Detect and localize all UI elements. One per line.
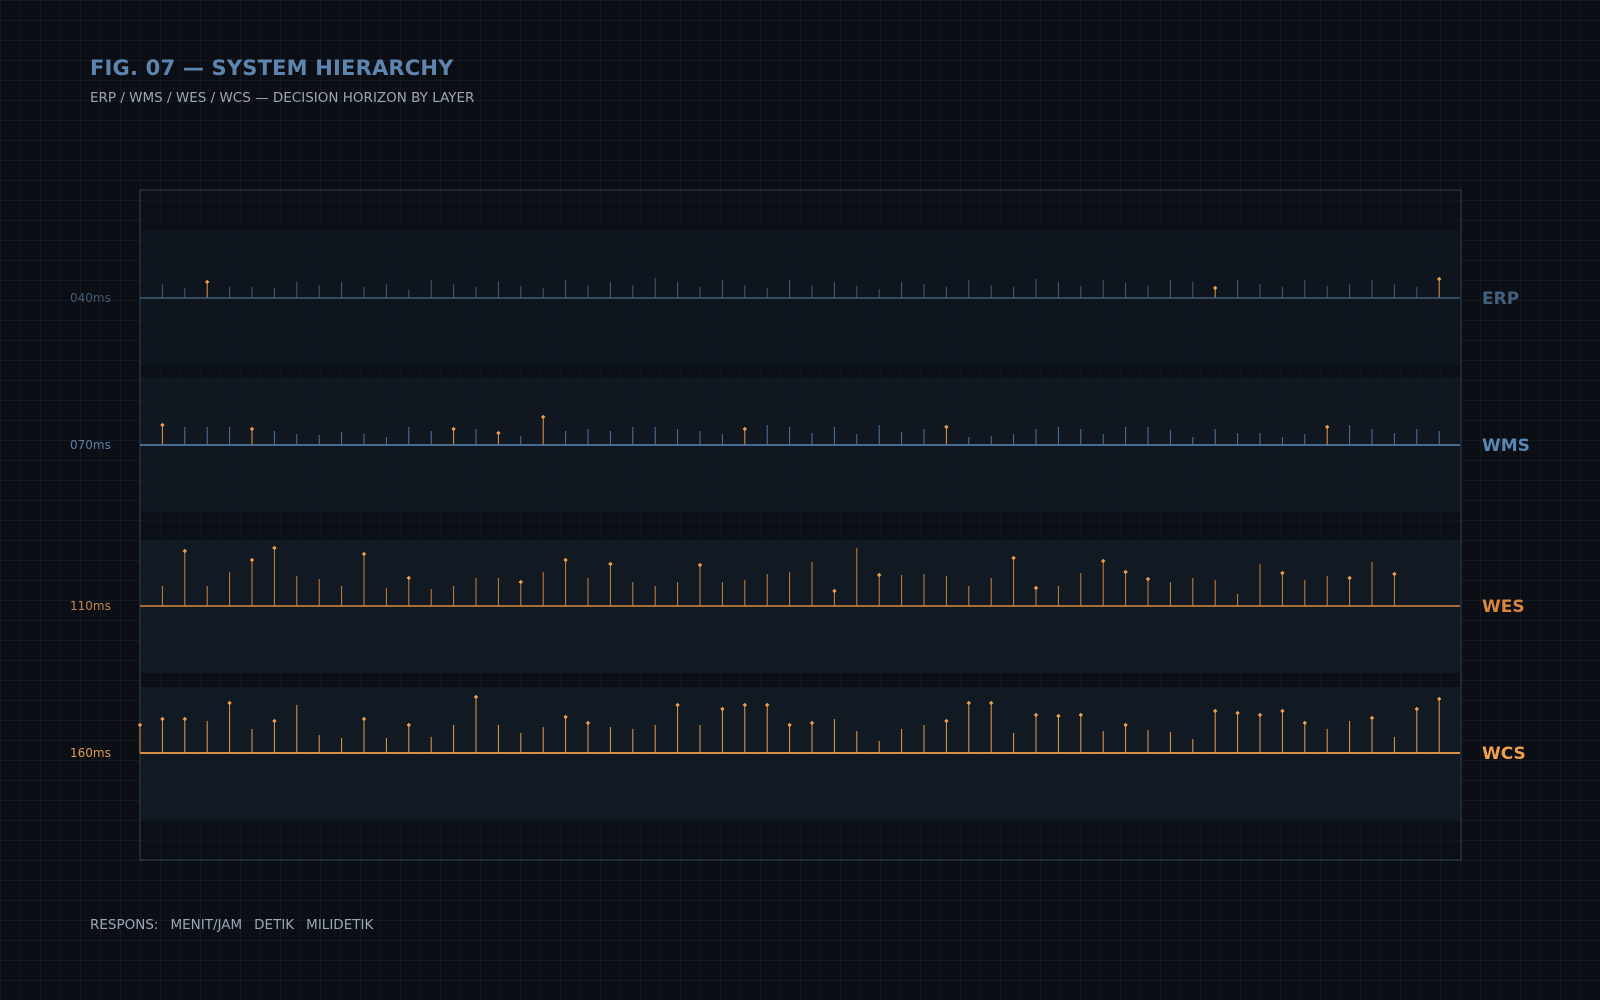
response-legend-prefix: RESPONS: <box>90 917 159 933</box>
wms-layer-label: WMS <box>1482 436 1530 456</box>
hierarchy-chart: 040ms ERP 070ms WMS 110ms WES 160ms WCS <box>70 189 1530 861</box>
response-legend-item: MILIDETIK <box>306 917 374 933</box>
wes-latency-label: 110ms <box>70 599 111 613</box>
erp-latency-label: 040ms <box>70 291 111 305</box>
response-legend-item: DETIK <box>254 917 295 933</box>
response-legend: RESPONS: MENIT/JAM DETIK MILIDETIK <box>90 917 385 933</box>
wcs-latency-label: 160ms <box>70 746 111 760</box>
response-legend-item: MENIT/JAM <box>170 917 243 933</box>
wcs-layer-label: WCS <box>1482 744 1526 764</box>
wms-latency-label: 070ms <box>70 438 111 452</box>
wes-layer-label: WES <box>1482 597 1525 617</box>
erp-layer-label: ERP <box>1482 289 1519 309</box>
